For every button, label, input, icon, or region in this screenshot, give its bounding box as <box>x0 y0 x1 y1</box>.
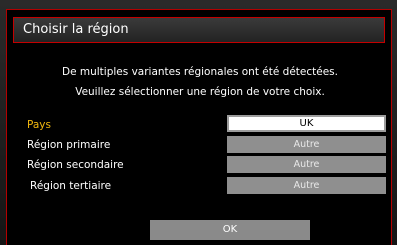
country-label: Pays <box>27 119 51 131</box>
message-line-1: De multiples variantes régionales ont ét… <box>62 66 338 78</box>
dialog-title-bar: Choisir la région <box>13 17 385 43</box>
primary-region-label: Région primaire <box>27 139 111 151</box>
screen-background: Choisir la région De multiples variantes… <box>0 0 397 245</box>
dialog-title: Choisir la région <box>23 22 129 37</box>
secondary-region-label: Région secondaire <box>27 159 124 171</box>
ok-button[interactable]: OK <box>150 220 310 240</box>
tertiary-region-selector[interactable]: Autre <box>227 177 386 194</box>
tertiary-region-label: Région tertiaire <box>30 180 112 192</box>
country-selector[interactable]: UK <box>227 115 386 132</box>
region-dialog: Choisir la région De multiples variantes… <box>6 9 392 245</box>
dialog-message: De multiples variantes régionales ont ét… <box>7 62 393 102</box>
secondary-region-selector[interactable]: Autre <box>227 156 386 173</box>
message-line-2: Veuillez sélectionner une région de votr… <box>75 86 325 98</box>
primary-region-selector[interactable]: Autre <box>227 136 386 153</box>
